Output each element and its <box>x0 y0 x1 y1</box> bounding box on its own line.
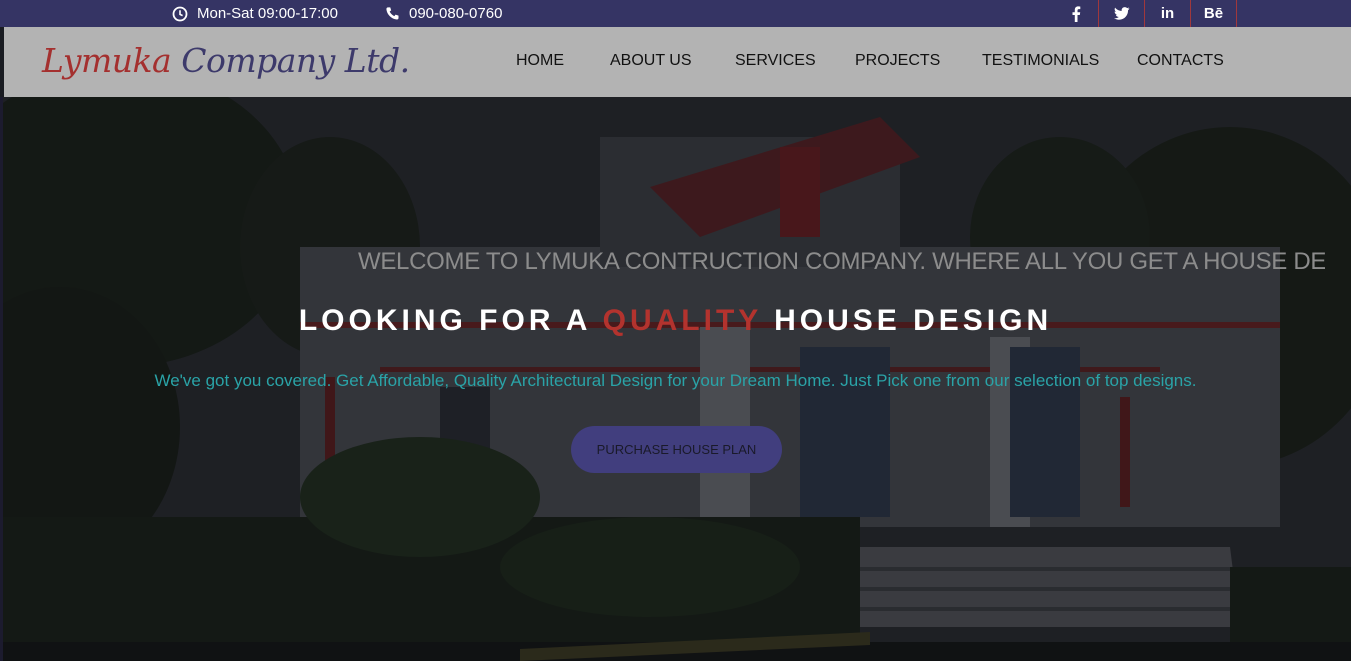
welcome-marquee: WELCOME TO LYMUKA CONTRUCTION COMPANY. W… <box>358 248 1325 280</box>
hours-text: Mon-Sat 09:00-17:00 <box>197 5 338 22</box>
hero-headline: LOOKING FOR A QUALITY HOUSE DESIGN <box>0 304 1351 338</box>
hero-subheading: We've got you covered. Get Affordable, Q… <box>154 371 1197 390</box>
social-links: in Bē <box>1054 0 1237 27</box>
logo-word-lymuka: Lymuka <box>42 41 172 80</box>
clock-icon <box>172 6 188 22</box>
nav-about-us[interactable]: ABOUT US <box>610 52 692 70</box>
nav-projects[interactable]: PROJECTS <box>855 52 940 70</box>
nav-home[interactable]: HOME <box>516 52 564 70</box>
nav-testimonials[interactable]: TESTIMONIALS <box>982 52 1099 70</box>
twitter-icon[interactable] <box>1099 0 1145 27</box>
top-info-bar: Mon-Sat 09:00-17:00 090-080-0760 in Bē <box>0 0 1351 27</box>
business-hours: Mon-Sat 09:00-17:00 <box>172 0 338 27</box>
linkedin-icon[interactable]: in <box>1145 0 1191 27</box>
phone-icon <box>385 6 400 21</box>
phone-text: 090-080-0760 <box>409 5 503 22</box>
facebook-icon[interactable] <box>1054 0 1099 27</box>
left-edge-border <box>0 97 3 661</box>
nav-services[interactable]: SERVICES <box>735 52 816 70</box>
headline-part-2: HOUSE DESIGN <box>774 304 1053 337</box>
phone-number[interactable]: 090-080-0760 <box>385 0 502 27</box>
nav-contacts[interactable]: CONTACTS <box>1137 52 1224 70</box>
site-header: Lymuka Company Ltd. HOME ABOUT US SERVIC… <box>4 27 1351 97</box>
headline-part-1: LOOKING FOR A <box>298 304 591 337</box>
behance-icon[interactable]: Bē <box>1191 0 1237 27</box>
company-logo[interactable]: Lymuka Company Ltd. <box>42 41 410 80</box>
headline-highlight: QUALITY <box>602 304 762 337</box>
purchase-house-plan-button[interactable]: PURCHASE HOUSE PLAN <box>571 426 782 473</box>
hero-section: WELCOME TO LYMUKA CONTRUCTION COMPANY. W… <box>0 97 1351 661</box>
logo-word-company: Company Ltd. <box>181 41 410 80</box>
welcome-marquee-text: WELCOME TO LYMUKA CONTRUCTION COMPANY. W… <box>358 248 1325 275</box>
